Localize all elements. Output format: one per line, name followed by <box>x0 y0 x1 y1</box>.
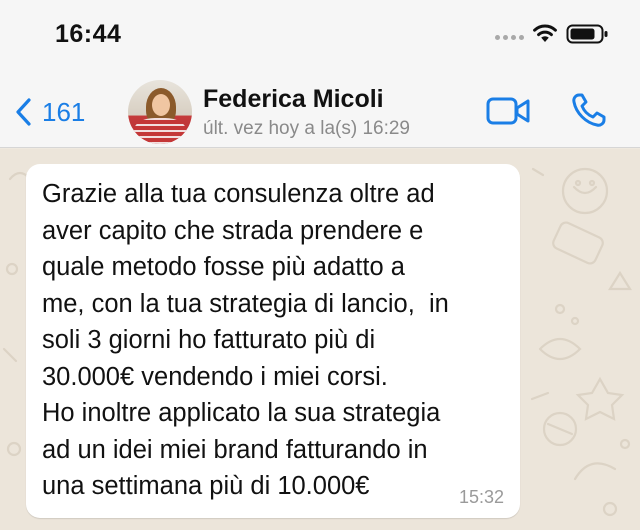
message-text: Grazie alla tua consulenza oltre ad aver… <box>42 180 449 500</box>
contact-name[interactable]: Federica Micoli <box>203 85 384 114</box>
incoming-message-bubble[interactable]: Grazie alla tua consulenza oltre ad aver… <box>26 164 520 518</box>
battery-icon <box>566 24 608 44</box>
wifi-icon <box>533 24 557 42</box>
avatar[interactable] <box>128 80 192 144</box>
message-timestamp: 15:32 <box>458 487 504 507</box>
chevron-left-icon <box>16 98 31 126</box>
signal-dots-icon <box>495 35 524 40</box>
last-seen-status: últ. vez hoy a la(s) 16:29 <box>203 118 410 139</box>
header: 16:44 161 Federica Micoli últ. vez hoy a… <box>0 0 640 148</box>
video-call-icon[interactable] <box>486 95 532 127</box>
chat-area[interactable]: Grazie alla tua consulenza oltre ad aver… <box>0 149 640 530</box>
status-bar-time: 16:44 <box>55 20 122 48</box>
unread-count: 161 <box>42 96 86 127</box>
back-button[interactable]: 161 <box>14 94 85 130</box>
phone-icon[interactable] <box>568 91 608 131</box>
